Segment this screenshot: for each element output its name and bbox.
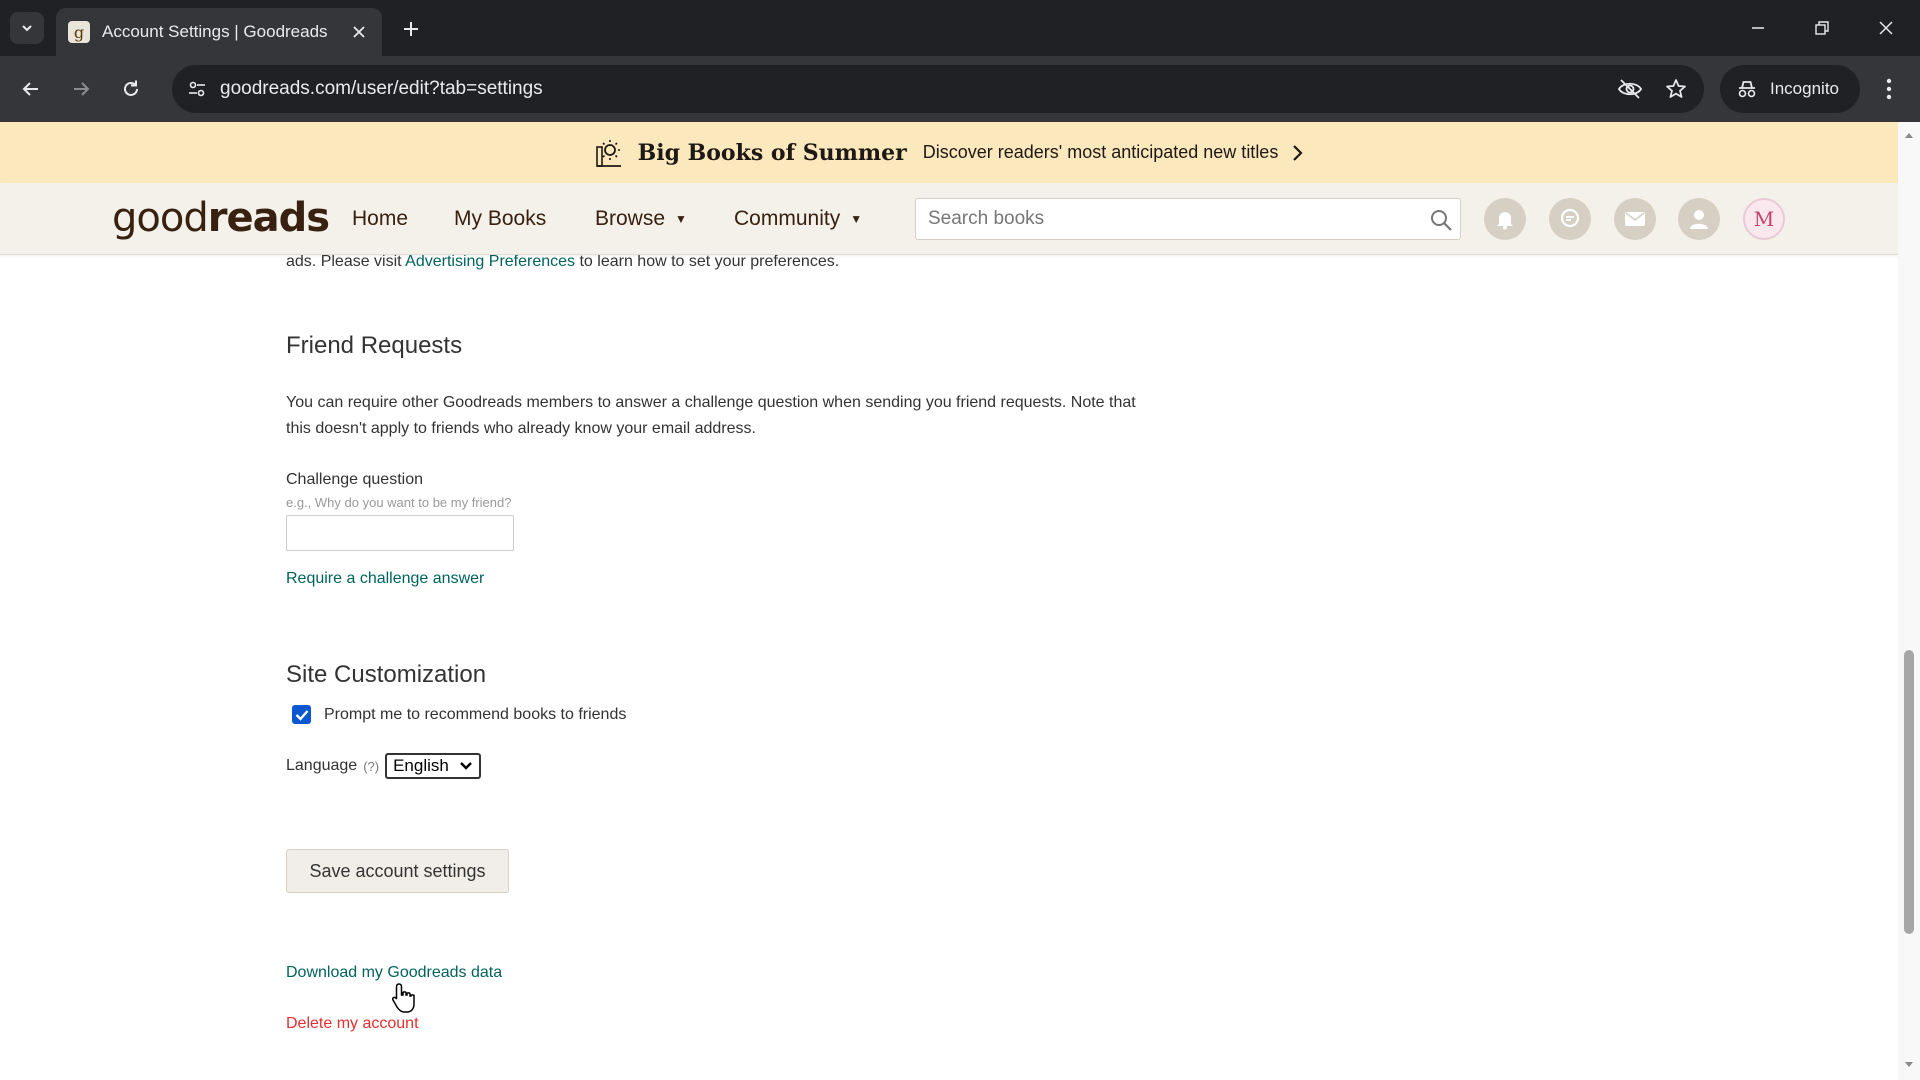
challenge-question-hint: e.g., Why do you want to be my friend?: [286, 495, 512, 510]
friend-requests-heading: Friend Requests: [286, 332, 463, 359]
ads-note-prefix: ads. Please visit: [286, 253, 406, 270]
back-button[interactable]: [12, 70, 50, 108]
arrow-left-icon: [22, 82, 38, 96]
nav-community-label: Community: [734, 207, 841, 230]
nav-home[interactable]: Home: [352, 207, 408, 231]
close-icon: [353, 26, 365, 38]
language-row: Language (?) English: [286, 753, 481, 779]
bell-icon: [1497, 212, 1513, 230]
require-challenge-answer-link[interactable]: Require a challenge answer: [286, 566, 484, 592]
promo-text: Discover readers' most anticipated new t…: [922, 142, 1279, 162]
reload-icon: [124, 80, 138, 96]
incognito-icon: [1738, 81, 1756, 98]
recommend-books-checkbox[interactable]: [292, 705, 311, 724]
minimize-window-button[interactable]: [1738, 10, 1778, 46]
profile-avatar[interactable]: M: [1743, 198, 1785, 240]
plus-icon: [404, 22, 418, 36]
new-tab-button[interactable]: [396, 14, 426, 44]
web-page: Big Books of Summer Discover readers' mo…: [0, 122, 1898, 1080]
site-header: goodreads Home My Books Browse ▼ Communit…: [0, 183, 1898, 255]
checkmark-icon: [295, 709, 308, 721]
tune-icon: [189, 81, 205, 97]
close-window-button[interactable]: [1866, 10, 1906, 46]
bookmark-star-button[interactable]: [1662, 76, 1690, 102]
page-scrollbar[interactable]: [1898, 122, 1920, 1080]
browser-tab-bar: g Account Settings | Goodreads: [0, 0, 1920, 56]
save-account-settings-button[interactable]: Save account settings: [286, 849, 509, 893]
friend-requests-description: You can require other Goodreads members …: [286, 394, 1136, 437]
restore-icon: [1815, 21, 1829, 35]
envelope-icon: [1625, 212, 1645, 226]
browser-menu-button[interactable]: [1874, 70, 1904, 108]
nav-my-books[interactable]: My Books: [454, 207, 546, 231]
advertising-preferences-link[interactable]: Advertising Preferences: [405, 253, 575, 270]
recommend-books-label: Prompt me to recommend books to friends: [324, 705, 627, 723]
promo-title: Big Books of Summer: [637, 139, 907, 166]
user-icon: [1690, 210, 1708, 229]
search-icon: [1431, 210, 1452, 231]
forward-button[interactable]: [62, 70, 100, 108]
restore-window-button[interactable]: [1802, 10, 1842, 46]
language-help-link[interactable]: (?): [363, 759, 379, 774]
tab-title: Account Settings | Goodreads: [102, 22, 328, 41]
goodreads-favicon-icon: g: [68, 21, 90, 43]
chevron-right-icon: [1293, 144, 1303, 161]
mouse-cursor-icon: [392, 983, 415, 1013]
goodreads-logo[interactable]: goodreads: [112, 195, 330, 241]
incognito-indicator[interactable]: Incognito: [1720, 65, 1860, 113]
discussions-button[interactable]: [1549, 198, 1591, 240]
logo-text-bold: reads: [207, 195, 330, 241]
language-label: Language: [286, 757, 358, 774]
nav-browse[interactable]: Browse ▼: [595, 207, 687, 231]
chevron-down-icon: [22, 25, 32, 32]
nav-browse-label: Browse: [595, 207, 666, 230]
nav-community[interactable]: Community ▼: [734, 207, 862, 231]
more-vertical-icon: [1886, 78, 1892, 100]
site-info-button[interactable]: [182, 75, 212, 103]
browser-tab-active[interactable]: g Account Settings | Goodreads: [56, 8, 382, 56]
promo-banner[interactable]: Big Books of Summer Discover readers' mo…: [0, 122, 1898, 183]
caret-down-icon: ▼: [675, 212, 687, 226]
scroll-down-arrow-icon[interactable]: [1904, 1060, 1914, 1070]
friends-button[interactable]: [1678, 198, 1720, 240]
address-bar[interactable]: goodreads.com/user/edit?tab=settings: [172, 65, 1704, 113]
avatar-initial: M: [1753, 207, 1775, 231]
challenge-question-input[interactable]: [286, 515, 514, 551]
site-customization-heading: Site Customization: [286, 661, 487, 688]
search-button[interactable]: [1428, 207, 1454, 233]
scroll-up-arrow-icon[interactable]: [1904, 130, 1914, 140]
challenge-question-label: Challenge question: [286, 471, 423, 488]
caret-down-icon: ▼: [850, 212, 863, 226]
minimize-icon: [1752, 27, 1764, 29]
eye-off-icon: [1617, 79, 1643, 99]
notifications-button[interactable]: [1484, 198, 1526, 240]
scrollbar-thumb[interactable]: [1904, 650, 1914, 934]
logo-text-light: good: [112, 195, 209, 241]
tab-close-button[interactable]: [348, 21, 370, 43]
tracking-protection-button[interactable]: [1616, 76, 1644, 102]
recommend-books-option: Prompt me to recommend books to friends: [292, 705, 626, 724]
url-text: goodreads.com/user/edit?tab=settings: [220, 78, 543, 99]
language-selected-value: English: [393, 756, 449, 775]
sun-book-icon: [595, 139, 621, 167]
star-icon: [1666, 79, 1686, 98]
search-input[interactable]: [916, 199, 1416, 239]
language-select[interactable]: English: [385, 753, 481, 779]
browser-toolbar: goodreads.com/user/edit?tab=settings Inc…: [0, 56, 1920, 122]
ads-note-suffix: to learn how to set your preferences.: [575, 253, 840, 270]
close-icon: [1879, 21, 1893, 35]
chevron-down-icon: [459, 762, 472, 770]
incognito-label: Incognito: [1770, 79, 1839, 98]
arrow-right-icon: [74, 82, 90, 96]
messages-button[interactable]: [1614, 198, 1656, 240]
search-box: [915, 198, 1461, 240]
tab-search-button[interactable]: [10, 12, 44, 44]
delete-account-link[interactable]: Delete my account: [286, 1011, 419, 1037]
chat-bubbles-icon: [1560, 208, 1580, 228]
reload-button[interactable]: [112, 70, 150, 108]
